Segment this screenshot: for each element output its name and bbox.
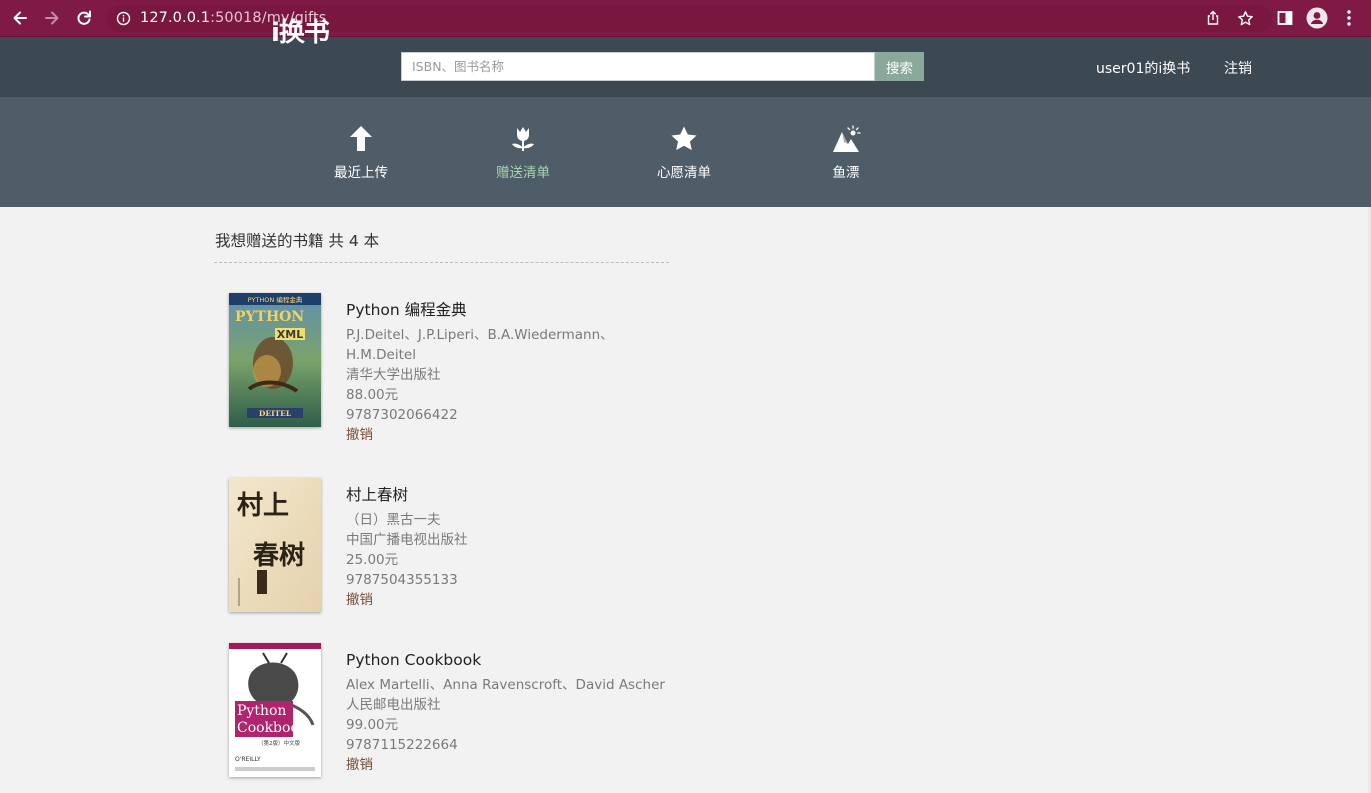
book-publisher: 中国广播电视出版社 [346, 532, 468, 548]
cover-title-text: 村上 [237, 491, 289, 521]
cover-author-text: DEITEL [259, 409, 292, 418]
browser-toolbar: 127.0.0.1:50018/my/gifts [0, 0, 1371, 37]
nav-wish-list[interactable]: 心愿清单 [644, 124, 724, 184]
share-icon[interactable] [1201, 6, 1225, 30]
cover-title-text: Cookbook [237, 720, 308, 736]
book-info: 村上春树 （日）黑古一夫 中国广播电视出版社 25.00元 9787504355… [346, 484, 686, 610]
cover-edition-text: （第2版）中文版 [258, 739, 300, 747]
cover-xml-text: XML [277, 328, 303, 341]
book-title[interactable]: Python Cookbook [346, 649, 686, 671]
nav-label: 心愿清单 [657, 165, 711, 181]
star-icon [669, 124, 699, 154]
my-account-link[interactable]: user01的i换书 [1096, 58, 1190, 78]
back-icon[interactable] [8, 6, 32, 30]
book-publisher: 人民邮电出版社 [346, 697, 441, 713]
title-divider [214, 262, 669, 263]
book-price: 99.00元 [346, 717, 399, 733]
search-button[interactable]: 搜索 [875, 52, 924, 81]
cover-title-text: Python [237, 703, 286, 719]
nav-gift-list[interactable]: 赠送清单 [483, 124, 563, 184]
book-isbn: 9787504355133 [346, 572, 458, 588]
book-title[interactable]: 村上春树 [346, 484, 686, 506]
book-author: （日）黑古一夫 [346, 512, 441, 528]
book-info: Python 编程金典 P.J.Deitel、J.P.Liperi、B.A.Wi… [346, 299, 686, 445]
mountain-sun-icon [831, 124, 861, 154]
arrow-up-icon [346, 124, 376, 154]
book-cover[interactable]: 村上 春树 [229, 478, 321, 612]
logout-link[interactable]: 注销 [1224, 58, 1252, 78]
nav-drift[interactable]: 鱼漂 [806, 124, 886, 184]
reload-icon[interactable] [72, 6, 96, 30]
forward-icon[interactable] [40, 6, 64, 30]
cover-publisher-text: O'REILLY [235, 756, 261, 763]
book-publisher: 清华大学出版社 [346, 367, 441, 383]
cover-band-text: PYTHON 编程金典 [248, 295, 303, 304]
profile-avatar-icon[interactable] [1305, 6, 1329, 30]
revoke-button[interactable]: 撤销 [346, 755, 686, 775]
site-logo[interactable]: i换书 [271, 18, 330, 48]
book-author: P.J.Deitel、J.P.Liperi、B.A.Wiedermann、 [346, 327, 614, 343]
book-cover[interactable]: Python Cookbook （第2版）中文版 O'REILLY [229, 643, 321, 777]
site-info-icon[interactable] [116, 11, 131, 30]
nav-recent-uploads[interactable]: 最近上传 [321, 124, 401, 184]
page-title: 我想赠送的书籍 共 4 本 [215, 232, 380, 250]
menu-kebab-icon[interactable] [1337, 6, 1361, 30]
book-author: Alex Martelli、Anna Ravenscroft、David Asc… [346, 677, 665, 693]
book-info: Python Cookbook Alex Martelli、Anna Raven… [346, 649, 686, 775]
nav-label: 鱼漂 [832, 165, 860, 181]
url-host: 127.0.0.1 [140, 10, 211, 26]
revoke-button[interactable]: 撤销 [346, 590, 686, 610]
nav-label: 最近上传 [334, 165, 388, 181]
book-price: 88.00元 [346, 387, 399, 403]
bookmark-star-icon[interactable] [1233, 6, 1257, 30]
side-panel-icon[interactable] [1273, 6, 1297, 30]
book-cover[interactable]: PYTHON 编程金典 PYTHON XML DEITEL [229, 293, 321, 427]
book-author: H.M.Deitel [346, 347, 416, 363]
book-isbn: 9787302066422 [346, 407, 458, 423]
nav-label: 赠送清单 [496, 165, 550, 181]
revoke-button[interactable]: 撤销 [346, 425, 686, 445]
cover-title-text: PYTHON [235, 309, 304, 325]
book-title[interactable]: Python 编程金典 [346, 299, 686, 321]
search-input[interactable] [401, 52, 875, 81]
book-isbn: 9787115222664 [346, 737, 458, 753]
book-price: 25.00元 [346, 552, 399, 568]
cover-title-text: 春树 [253, 541, 305, 571]
tulip-icon [508, 124, 538, 154]
